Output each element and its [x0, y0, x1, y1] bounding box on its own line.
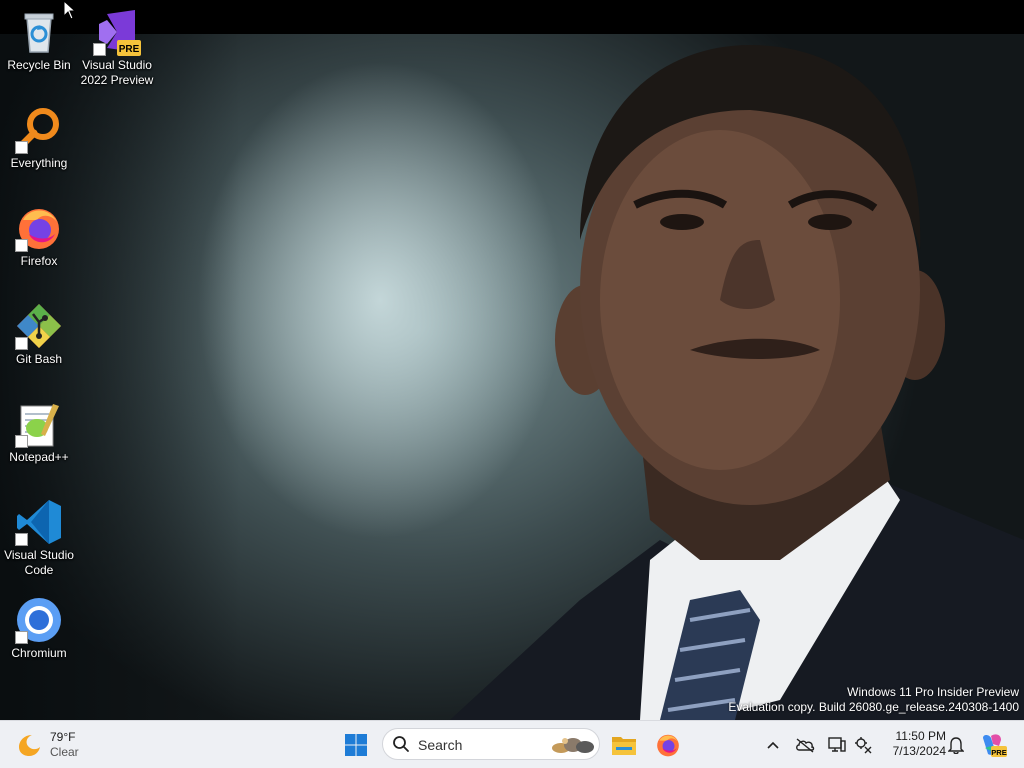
- shortcut-arrow-icon: [93, 43, 106, 56]
- weather-text: 79°F Clear: [50, 730, 79, 760]
- taskbar-clock[interactable]: 11:50 PM 7/13/2024: [880, 729, 946, 759]
- windows-watermark: Windows 11 Pro Insider Preview Evaluatio…: [728, 685, 1019, 715]
- weather-temp: 79°F: [50, 730, 76, 744]
- copilot-badge: PRE: [991, 748, 1006, 757]
- taskbar-file-explorer[interactable]: [608, 729, 640, 761]
- wallpaper-portrait: [450, 45, 1024, 720]
- notification-center-button[interactable]: [943, 729, 969, 761]
- search-highlight-icon: [552, 738, 594, 753]
- onedrive-offline-icon: [796, 738, 815, 753]
- start-button[interactable]: [340, 729, 372, 761]
- shortcut-arrow-icon: [15, 631, 28, 644]
- desktop-icon-visual-studio-code[interactable]: Visual Studio Code: [1, 498, 77, 578]
- desktop-icon-label: Firefox: [20, 254, 58, 268]
- label-line-2: Code: [24, 563, 54, 577]
- visual-studio-preview-icon: PRE: [93, 8, 141, 56]
- mouse-cursor-icon: [63, 0, 77, 20]
- taskbar-search-box[interactable]: Search: [382, 728, 600, 760]
- shortcut-arrow-icon: [15, 141, 28, 154]
- watermark-build: Evaluation copy. Build 26080.ge_release.…: [728, 700, 1019, 714]
- everything-search-icon: [15, 106, 63, 154]
- copilot-icon: PRE: [983, 734, 1007, 757]
- watermark-edition: Windows 11 Pro Insider Preview: [847, 685, 1019, 699]
- taskbar-firefox[interactable]: [652, 729, 684, 761]
- desktop-icon-label: Visual Studio 2022 Preview: [79, 58, 155, 88]
- search-icon: [393, 736, 409, 752]
- clock-date: 7/13/2024: [892, 744, 946, 758]
- notepad-plus-plus-icon: [15, 400, 63, 448]
- tray-display[interactable]: [824, 729, 850, 761]
- network-icon: [855, 737, 872, 754]
- desktop-icon-firefox[interactable]: Firefox: [1, 204, 77, 269]
- desktop-icon-label: Everything: [10, 156, 68, 170]
- vs-preview-badge: PRE: [119, 44, 140, 55]
- label-line-2: 2022 Preview: [80, 73, 154, 87]
- chevron-up-icon: [767, 741, 779, 749]
- search-label: Search: [418, 737, 463, 753]
- file-explorer-icon: [612, 737, 636, 755]
- moon-icon: [19, 735, 40, 756]
- notification-bell-icon: [948, 737, 964, 754]
- shortcut-arrow-icon: [15, 239, 28, 252]
- shortcut-arrow-icon: [15, 435, 28, 448]
- shortcut-arrow-icon: [15, 533, 28, 546]
- desktop-icon-label: Recycle Bin: [7, 58, 71, 72]
- taskbar: 79°F Clear Search 11:50 PM 7/13/2024 PRE: [0, 720, 1024, 768]
- recycle-bin-icon: [15, 8, 63, 56]
- clock-time: 11:50 PM: [895, 729, 946, 743]
- desktop-icon-chromium[interactable]: Chromium: [1, 596, 77, 661]
- desktop-icon-visual-studio-2022-preview[interactable]: PRE Visual Studio 2022 Preview: [79, 8, 155, 88]
- vscode-icon: [15, 498, 63, 546]
- start-icon: [345, 734, 367, 756]
- firefox-icon: [15, 204, 63, 252]
- tray-onedrive[interactable]: [792, 729, 818, 761]
- git-bash-icon: [15, 302, 63, 350]
- tray-network[interactable]: [850, 729, 876, 761]
- chromium-icon: [15, 596, 63, 644]
- copilot-button[interactable]: PRE: [978, 729, 1008, 761]
- desktop-wallpaper: Windows 11 Pro Insider Preview Evaluatio…: [0, 0, 1024, 720]
- shortcut-arrow-icon: [15, 337, 28, 350]
- desktop-icon-label: Visual Studio Code: [1, 548, 77, 578]
- display-icon: [828, 737, 846, 752]
- desktop-icon-everything[interactable]: Everything: [1, 106, 77, 171]
- weather-condition: Clear: [50, 745, 79, 759]
- desktop-icon-label: Chromium: [11, 646, 67, 660]
- show-hidden-icons-button[interactable]: [760, 729, 786, 761]
- label-line-1: Visual Studio: [82, 58, 152, 72]
- desktop-icon-git-bash[interactable]: Git Bash: [1, 302, 77, 367]
- label-line-1: Visual Studio: [4, 548, 74, 562]
- firefox-icon: [657, 734, 679, 757]
- desktop-icon-label: Git Bash: [15, 352, 63, 366]
- desktop-icon-notepad-plus-plus[interactable]: Notepad++: [1, 400, 77, 465]
- desktop-icon-label: Notepad++: [9, 450, 69, 464]
- weather-widget[interactable]: 79°F Clear: [16, 727, 79, 763]
